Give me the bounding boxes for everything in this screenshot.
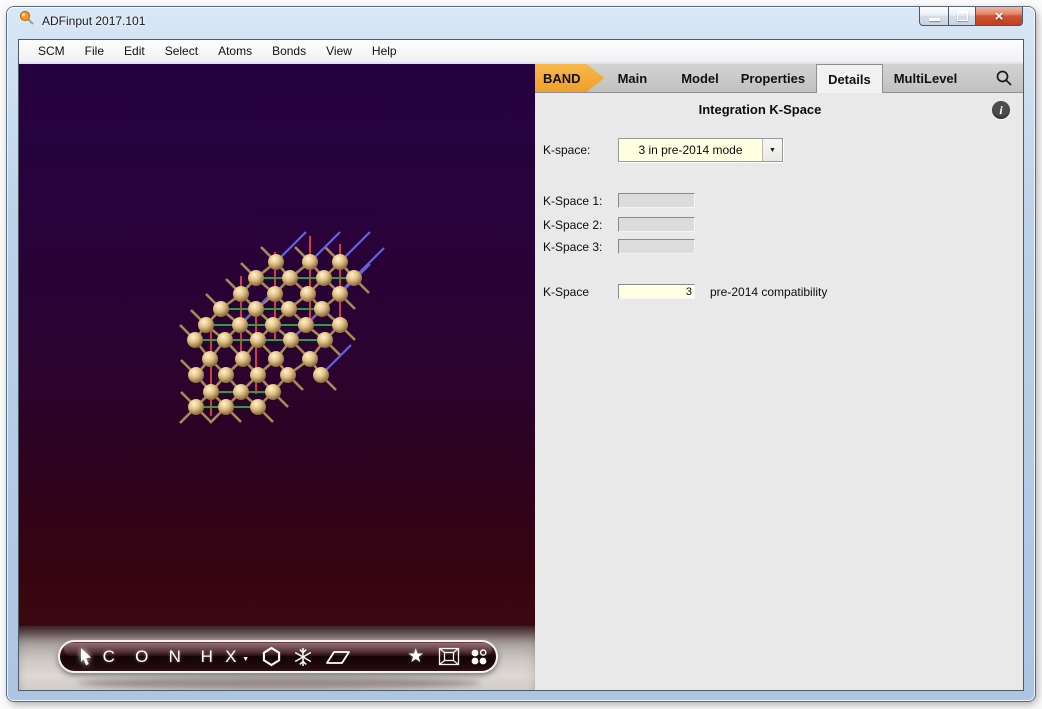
kspace-compat-row: K-Space pre-2014 compatibility xyxy=(543,284,827,299)
maximize-button[interactable] xyxy=(948,7,976,26)
crystal-tool-button[interactable] xyxy=(291,642,315,671)
app-icon xyxy=(19,10,35,31)
maximize-icon xyxy=(956,11,968,21)
title-bar[interactable]: ADFinput 2017.101 xyxy=(7,7,1035,34)
menu-item-atoms[interactable]: Atoms xyxy=(208,41,262,61)
periodic-box-tool-button[interactable] xyxy=(436,642,462,671)
element-hydrogen-button[interactable]: H xyxy=(196,642,218,671)
element-oxygen-button[interactable]: O xyxy=(131,642,153,671)
panel-tab-bar: BAND Main Model Properties Details Multi… xyxy=(535,64,1023,93)
tab-model[interactable]: Model xyxy=(670,64,730,92)
plane-tool-button[interactable] xyxy=(324,642,352,671)
element-picker-button[interactable]: X xyxy=(222,642,240,671)
caption-buttons: × xyxy=(919,7,1023,26)
kspace-mode-select[interactable]: 3 in pre-2014 mode ▼ xyxy=(618,138,783,162)
ring-tool-button[interactable] xyxy=(259,642,283,671)
app-window: ADFinput 2017.101 × SCM File Edit Select… xyxy=(7,7,1035,701)
molecule-rendering xyxy=(179,231,385,424)
kspace3-label: K-Space 3: xyxy=(543,239,603,254)
section-title: Integration K-Space xyxy=(698,102,822,117)
close-button[interactable]: × xyxy=(976,7,1023,26)
dropdown-arrow-icon[interactable]: ▼ xyxy=(762,139,782,161)
tab-details[interactable]: Details xyxy=(816,64,883,93)
minimize-button[interactable] xyxy=(919,7,948,26)
kspace2-label: K-Space 2: xyxy=(543,217,603,232)
menu-item-view[interactable]: View xyxy=(316,41,362,61)
kspace1-input[interactable] xyxy=(618,193,695,208)
info-icon: i xyxy=(999,102,1003,117)
kspace1-row: K-Space 1: xyxy=(543,193,695,208)
kspace-compat-label: K-Space xyxy=(543,284,590,299)
window-title: ADFinput 2017.101 xyxy=(42,13,146,28)
close-icon: × xyxy=(994,7,1004,25)
menu-item-bonds[interactable]: Bonds xyxy=(262,41,316,61)
client-area: SCM File Edit Select Atoms Bonds View He… xyxy=(18,39,1024,691)
kspace-mode-label: K-space: xyxy=(543,143,591,157)
menu-item-help[interactable]: Help xyxy=(362,41,407,61)
details-panel-body: Integration K-Space i K-space: 3 in pre-… xyxy=(535,93,1023,690)
kspace3-row: K-Space 3: xyxy=(543,239,695,254)
menu-item-file[interactable]: File xyxy=(75,41,114,61)
info-button[interactable]: i xyxy=(992,101,1010,119)
tab-band[interactable]: BAND xyxy=(535,64,605,92)
menu-item-edit[interactable]: Edit xyxy=(114,41,155,61)
options-panel: BAND Main Model Properties Details Multi… xyxy=(535,64,1023,690)
search-icon xyxy=(996,70,1012,86)
favorites-tool-button[interactable]: ★ xyxy=(403,642,429,671)
kspace-mode-row: K-space: 3 in pre-2014 mode ▼ xyxy=(543,138,783,162)
kspace1-label: K-Space 1: xyxy=(543,193,603,208)
minimize-icon xyxy=(928,18,940,21)
tab-multilevel[interactable]: MultiLevel xyxy=(883,64,969,92)
element-nitrogen-button[interactable]: N xyxy=(164,642,186,671)
kspace-compat-note: pre-2014 compatibility xyxy=(710,284,828,299)
viewer-toolbar: C O N H X ▼ ★ xyxy=(58,640,498,673)
kspace3-input[interactable] xyxy=(618,239,695,254)
tab-main[interactable]: Main xyxy=(607,64,659,92)
kspace-compat-input[interactable] xyxy=(618,284,695,299)
element-picker-caret-icon[interactable]: ▼ xyxy=(241,642,251,671)
search-button[interactable] xyxy=(985,64,1023,92)
tab-properties[interactable]: Properties xyxy=(730,64,816,92)
element-carbon-button[interactable]: C xyxy=(98,642,120,671)
menu-bar: SCM File Edit Select Atoms Bonds View He… xyxy=(19,40,1023,64)
menu-item-select[interactable]: Select xyxy=(155,41,208,61)
render-mode-tool-button[interactable] xyxy=(466,642,492,671)
kspace-mode-value: 3 in pre-2014 mode xyxy=(638,143,743,157)
kspace2-row: K-Space 2: xyxy=(543,217,695,232)
menu-item-scm[interactable]: SCM xyxy=(28,41,75,61)
select-tool-button[interactable] xyxy=(72,642,98,671)
kspace2-input[interactable] xyxy=(618,217,695,232)
molecule-viewer-canvas[interactable]: C O N H X ▼ ★ xyxy=(19,64,535,690)
toolbar-reflection xyxy=(77,677,481,689)
